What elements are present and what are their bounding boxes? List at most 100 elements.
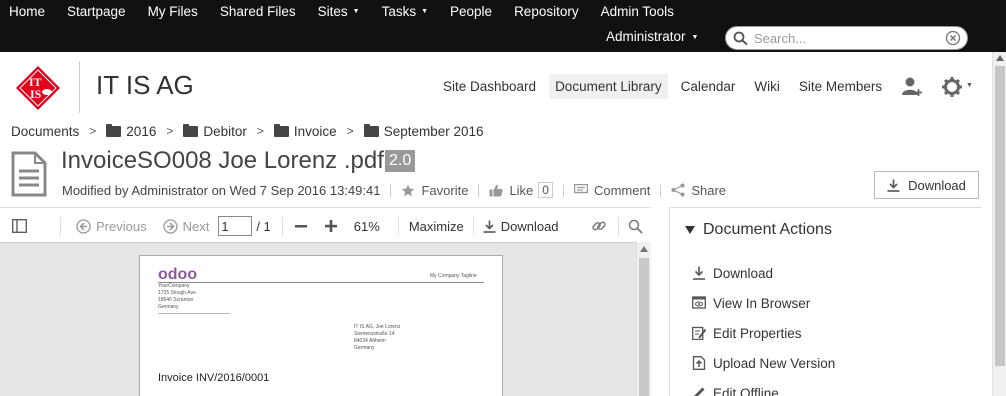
pdf-viewer[interactable]: odoo My Company Tagline YourCompany 1725… xyxy=(0,242,651,396)
recipient-address: IT IS AG, Joe Lorenz Siemensstraße 14 84… xyxy=(354,324,400,352)
recipient-line: 84034 Altheim xyxy=(354,338,386,344)
document-icon xyxy=(11,151,47,202)
breadcrumb-folder-september-2016[interactable]: September 2016 xyxy=(363,123,484,139)
sender-line: 1725 Slough Ave. xyxy=(158,290,198,296)
meta-divider xyxy=(478,183,480,197)
recipient-line: IT IS AG, Joe Lorenz xyxy=(354,324,401,330)
breadcrumb-folder-invoice[interactable]: Invoice xyxy=(273,123,337,139)
page-number-input[interactable] xyxy=(218,216,253,236)
breadcrumb-documents[interactable]: Documents xyxy=(11,124,79,139)
previous-page-button[interactable]: Previous xyxy=(76,219,147,234)
comment-button[interactable]: Comment xyxy=(573,183,650,198)
scroll-up-arrow[interactable] xyxy=(640,246,648,252)
favorite-button[interactable]: Favorite xyxy=(401,183,468,198)
upload-icon xyxy=(692,356,706,370)
link-icon xyxy=(591,221,606,231)
share-label: Share xyxy=(691,182,727,198)
thumbs-up-icon xyxy=(489,184,504,196)
viewer-download-button[interactable]: Download xyxy=(483,219,559,234)
action-view-in-browser[interactable]: View In Browser xyxy=(692,288,835,318)
toolbar-divider xyxy=(0,207,651,208)
search-icon xyxy=(732,30,750,51)
zoom-level[interactable]: 61% xyxy=(354,219,380,234)
add-user-icon[interactable] xyxy=(901,76,923,103)
svg-text:IS: IS xyxy=(30,87,42,101)
nav-repository[interactable]: Repository xyxy=(503,4,590,19)
site-nav-wiki[interactable]: Wiki xyxy=(748,74,786,99)
scroll-up-arrow[interactable] xyxy=(996,55,1004,61)
share-button[interactable]: Share xyxy=(671,183,726,198)
caret-down-icon[interactable]: ▼ xyxy=(966,82,973,89)
share-icon xyxy=(671,183,685,197)
action-label: View In Browser xyxy=(713,295,811,311)
star-icon xyxy=(402,184,415,196)
toolbar-separator xyxy=(281,217,283,235)
folder-icon xyxy=(183,123,199,137)
favorite-label: Favorite xyxy=(421,182,469,198)
recipient-line: Siemensstraße 14 xyxy=(354,331,395,337)
breadcrumb-folder-2016[interactable]: 2016 xyxy=(106,123,156,139)
page-scrollbar[interactable] xyxy=(992,52,1006,396)
nav-tasks-label: Tasks xyxy=(381,3,417,19)
minus-icon xyxy=(294,225,307,228)
breadcrumb-folder-label: September 2016 xyxy=(383,123,484,139)
previous-label: Previous xyxy=(96,218,147,234)
nav-home[interactable]: Home xyxy=(0,4,56,19)
site-nav-dashboard[interactable]: Site Dashboard xyxy=(437,74,542,99)
next-page-button[interactable]: Next xyxy=(162,219,209,234)
breadcrumb-separator: > xyxy=(256,124,264,138)
nav-tasks[interactable]: Tasks ▼ xyxy=(371,4,439,19)
nav-my-files[interactable]: My Files xyxy=(137,4,209,19)
document-actions-header[interactable]: Document Actions xyxy=(685,221,832,239)
document-actions-list: Download View In Browser Edit Properties… xyxy=(692,258,835,396)
site-title: IT IS AG xyxy=(96,70,194,100)
nav-shared-files[interactable]: Shared Files xyxy=(209,4,307,19)
zoom-in-button[interactable] xyxy=(324,220,342,232)
viewer-search-button[interactable] xyxy=(628,219,648,234)
zoom-out-button[interactable] xyxy=(294,220,312,232)
download-button[interactable]: Download xyxy=(874,171,979,199)
sidebar-toggle-button[interactable] xyxy=(12,219,32,233)
breadcrumb-separator: > xyxy=(89,124,97,138)
global-nav: Home Startpage My Files Shared Files Sit… xyxy=(0,0,685,22)
sender-line: YourCompany xyxy=(158,283,190,289)
sender-line: 18540 Scranton xyxy=(158,297,194,303)
scrollbar-thumb[interactable] xyxy=(995,66,1005,366)
site-nav-document-library[interactable]: Document Library xyxy=(549,73,668,99)
clear-search-icon[interactable] xyxy=(945,30,961,51)
recipient-line: Germany xyxy=(354,345,375,351)
nav-sites[interactable]: Sites ▼ xyxy=(307,4,371,19)
breadcrumb-folder-debitor[interactable]: Debitor xyxy=(183,123,247,139)
nav-people[interactable]: People xyxy=(439,4,503,19)
action-label: Upload New Version xyxy=(713,355,836,371)
action-edit-offline[interactable]: Edit Offline xyxy=(692,378,835,396)
nav-startpage[interactable]: Startpage xyxy=(56,4,137,19)
top-navigation-bar: Home Startpage My Files Shared Files Sit… xyxy=(0,0,1006,52)
panel-divider xyxy=(670,207,982,208)
action-edit-properties[interactable]: Edit Properties xyxy=(692,318,835,348)
like-button[interactable]: Like xyxy=(489,183,533,198)
user-menu[interactable]: Administrator ▼ xyxy=(606,29,698,44)
caret-down-icon: ▼ xyxy=(352,8,360,16)
panel-divider xyxy=(669,207,670,396)
gear-icon[interactable] xyxy=(941,76,963,103)
address-rule xyxy=(158,313,230,314)
nav-admin-tools[interactable]: Admin Tools xyxy=(590,4,685,19)
action-upload-new-version[interactable]: Upload New Version xyxy=(692,348,835,378)
document-meta: Modified by Administrator on Wed 7 Sep 2… xyxy=(62,182,726,198)
download-icon xyxy=(483,220,496,233)
site-nav-calendar[interactable]: Calendar xyxy=(675,74,742,99)
viewer-scrollbar[interactable] xyxy=(636,242,651,396)
link-button[interactable] xyxy=(591,218,612,234)
scrollbar-thumb[interactable] xyxy=(639,258,649,396)
site-nav-members[interactable]: Site Members xyxy=(793,74,888,99)
meta-divider xyxy=(660,183,662,197)
view-in-browser-icon xyxy=(692,296,706,309)
comment-icon xyxy=(573,184,588,194)
search-input[interactable] xyxy=(754,30,939,47)
action-download[interactable]: Download xyxy=(692,258,835,288)
maximize-button[interactable]: Maximize xyxy=(409,219,464,234)
folder-icon xyxy=(363,123,379,137)
site-logo[interactable]: IT IS xyxy=(15,65,61,111)
folder-icon xyxy=(273,123,289,137)
